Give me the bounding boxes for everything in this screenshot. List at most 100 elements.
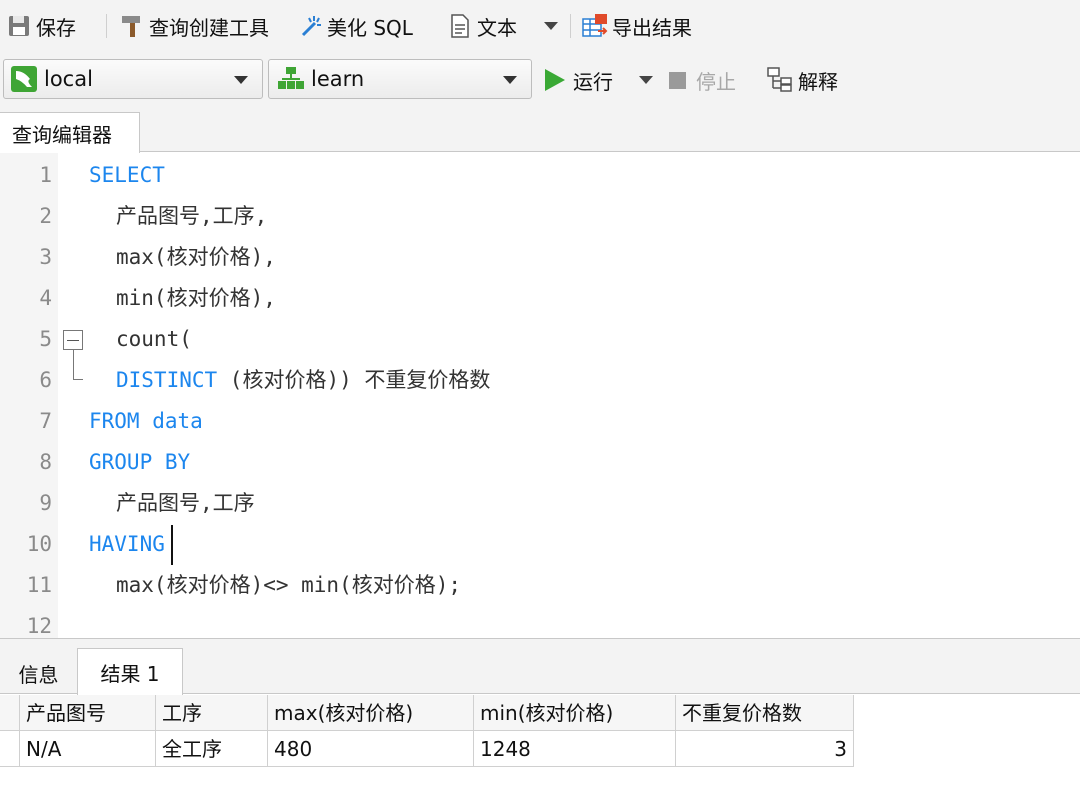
table-cell[interactable]: 全工序 [156,731,268,767]
code-text: HAVING [89,524,165,565]
code-text: count( [116,319,192,360]
sql-keyword: GROUP BY [89,450,191,474]
table-cell[interactable]: 480 [268,731,474,767]
result-tab-bar: 信息 结果 1 [0,638,1080,695]
line-number: 10 [26,532,52,556]
run-button[interactable]: 运行 [545,62,613,98]
query-builder-button[interactable]: 查询创建工具 [119,8,269,44]
table-cell[interactable]: 1248 [474,731,676,767]
code-rest: max(核对价格), [116,245,276,269]
sql-editor[interactable]: 1 SELECT 2 产品图号,工序, 3 max(核对价格), 4 min(核对价格), 5 c… [0,153,1080,638]
code-line[interactable]: 4 min(核对价格), [0,278,1080,319]
line-number: 12 [26,614,52,638]
result-grid: 产品图号 工序 max(核对价格) min(核对价格) 不重复价格数 N/A 全… [0,695,1080,808]
sql-keyword: DISTINCT [116,368,218,392]
fold-guide-end [73,379,83,380]
explain-icon [766,66,794,94]
code-line[interactable]: 10 HAVING [0,524,1080,565]
code-line[interactable]: 11 max(核对价格)<> min(核对价格); [0,565,1080,606]
code-line[interactable]: 5 count( [0,319,1080,360]
sql-keyword: HAVING [89,532,165,556]
code-line[interactable]: 6 DISTINCT (核对价格)) 不重复价格数 [0,360,1080,401]
code-rest: 产品图号,工序, [116,204,268,228]
tab-result-1-label: 结果 1 [100,661,160,686]
column-header[interactable]: max(核对价格) [268,695,474,731]
export-table-icon [582,13,608,39]
chevron-down-icon [234,76,248,84]
table-cell[interactable]: 3 [676,731,854,767]
database-server-icon [10,65,38,93]
line-number: 3 [39,245,52,269]
hammer-icon [119,13,145,39]
connection-select[interactable]: local [3,59,263,99]
tab-result-1[interactable]: 结果 1 [77,648,183,695]
line-number: 5 [39,327,52,351]
code-text: SELECT [89,155,165,196]
line-number: 11 [26,573,52,597]
database-value: learn [311,67,365,91]
line-number: 9 [39,491,52,515]
tab-query-editor[interactable]: 查询编辑器 [0,112,140,153]
text-cursor [171,525,173,565]
beautify-sql-button[interactable]: 美化 SQL [297,8,413,44]
line-number: 8 [39,450,52,474]
code-rest: (核对价格)) 不重复价格数 [217,368,491,392]
column-header[interactable]: min(核对价格) [474,695,676,731]
save-icon [6,13,32,39]
tab-info-label: 信息 [18,662,59,687]
column-header[interactable]: 工序 [156,695,268,731]
stop-button[interactable]: 停止 [669,62,736,98]
connection-value: local [44,67,93,91]
run-dropdown-icon[interactable] [639,76,653,84]
grid-header-row: 产品图号 工序 max(核对价格) min(核对价格) 不重复价格数 [0,695,854,731]
chevron-down-icon [503,76,517,84]
document-icon [447,13,473,39]
save-label: 保存 [36,15,76,40]
column-header[interactable]: 产品图号 [20,695,156,731]
code-line[interactable]: 3 max(核对价格), [0,237,1080,278]
play-icon [545,69,565,91]
code-rest: 产品图号,工序 [116,491,255,515]
editor-tab-bar: 查询编辑器 [0,108,1080,153]
query-builder-label: 查询创建工具 [149,15,269,40]
explain-button[interactable]: 解释 [766,62,838,98]
fold-guide [73,350,74,380]
column-header[interactable]: 不重复价格数 [676,695,854,731]
code-line[interactable]: 2 产品图号,工序, [0,196,1080,237]
main-toolbar: 保存 查询创建工具 美化 SQL 文本 导出结果 [0,0,1080,52]
tab-info[interactable]: 信息 [0,651,77,695]
text-mode-label: 文本 [477,15,517,40]
code-text: 产品图号,工序 [116,483,255,524]
fold-toggle-icon[interactable] [63,330,83,350]
line-number: 1 [39,163,52,187]
toolbar-divider [106,14,107,38]
sql-keyword: SELECT [89,163,165,187]
code-line[interactable]: 8 GROUP BY [0,442,1080,483]
row-header[interactable] [0,731,20,767]
row-header-corner[interactable] [0,695,20,731]
explain-label: 解释 [798,69,838,94]
code-text: max(核对价格)<> min(核对价格); [116,565,461,606]
code-line[interactable]: 12 [0,606,1080,638]
save-button[interactable]: 保存 [6,8,76,44]
code-line[interactable]: 7 FROM data [0,401,1080,442]
table-row[interactable]: N/A 全工序 480 1248 3 [0,731,854,767]
export-results-label: 导出结果 [612,15,692,40]
tab-query-editor-label: 查询编辑器 [12,122,112,147]
beautify-sql-label: 美化 SQL [327,15,413,40]
database-select[interactable]: learn [268,59,532,99]
code-rest: max(核对价格)<> min(核对价格); [116,573,462,597]
code-text: FROM data [89,401,203,442]
table-cell[interactable]: N/A [20,731,156,767]
code-rest: count( [116,327,192,351]
stop-label: 停止 [696,69,736,94]
export-results-button[interactable]: 导出结果 [582,8,692,44]
code-line[interactable]: 1 SELECT [0,155,1080,196]
text-mode-button[interactable]: 文本 [447,8,517,44]
connection-toolbar: local learn 运行 停止 解释 [0,52,1080,108]
text-mode-dropdown-icon[interactable] [544,22,558,30]
sql-keyword: FROM data [89,409,203,433]
code-line[interactable]: 9 产品图号,工序 [0,483,1080,524]
line-number: 6 [39,368,52,392]
code-rest: min(核对价格), [116,286,276,310]
